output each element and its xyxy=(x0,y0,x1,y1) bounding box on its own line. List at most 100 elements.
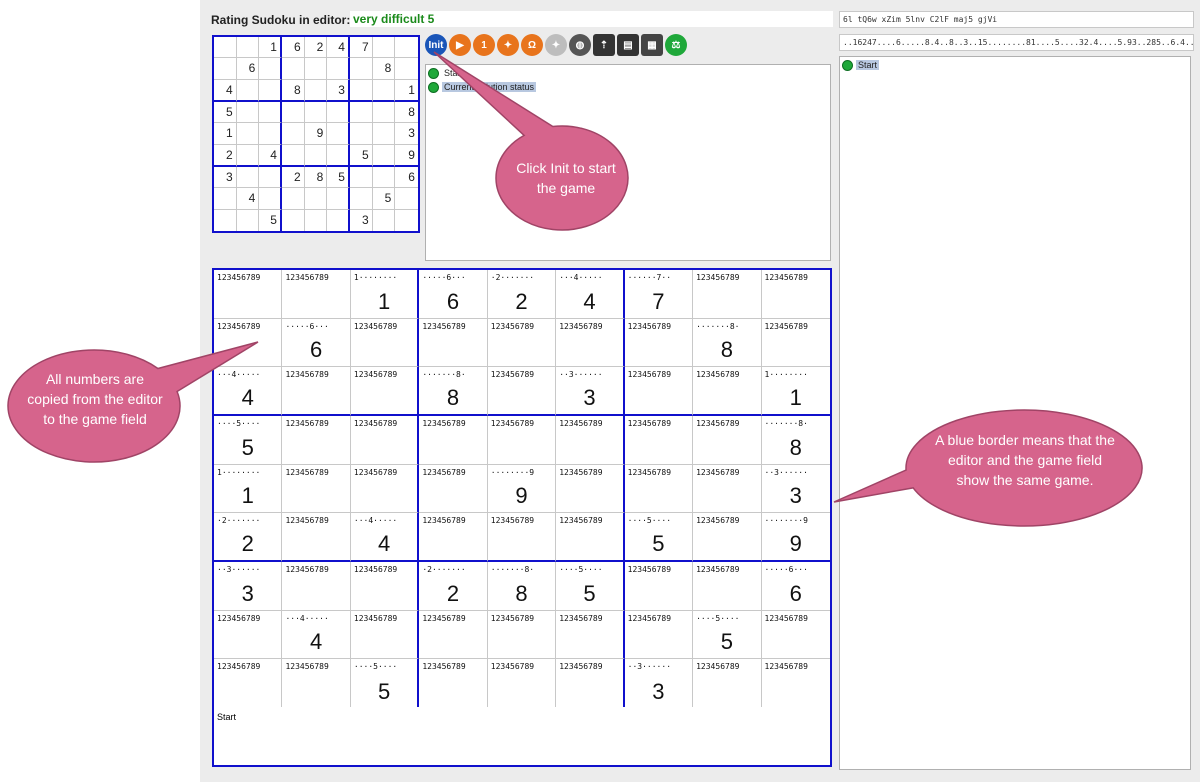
game-cell[interactable]: ·····6··· 6 xyxy=(761,562,830,611)
editor-cell[interactable] xyxy=(281,58,305,80)
game-cell[interactable]: 123456789 xyxy=(419,464,488,514)
game-cell[interactable]: ··3······ 3 xyxy=(625,659,694,708)
editor-cell[interactable]: 1 xyxy=(214,123,237,145)
game-cell[interactable]: 123456789 xyxy=(350,464,420,514)
game-cell[interactable]: 123456789 xyxy=(693,270,762,319)
sudoku-game-grid[interactable]: 123456789 123456789 1········ 1 ·····6··· 6·2… xyxy=(212,268,832,710)
game-cell[interactable]: ····5···· 5 xyxy=(556,562,625,611)
game-cell[interactable]: 123456789 xyxy=(419,318,488,368)
editor-cell[interactable] xyxy=(236,123,260,145)
game-cell[interactable]: 123456789 xyxy=(282,367,351,416)
editor-cell[interactable]: 7 xyxy=(349,37,373,59)
game-cell[interactable]: ·······8· 8 xyxy=(693,318,762,368)
editor-cell[interactable] xyxy=(281,144,305,167)
editor-cell[interactable]: 5 xyxy=(259,209,282,231)
game-cell[interactable]: 123456789 xyxy=(556,659,625,708)
game-cell[interactable]: ···4····· 4 xyxy=(214,367,283,416)
editor-cell[interactable] xyxy=(395,37,418,59)
game-cell[interactable]: 1········ 1 xyxy=(350,270,420,319)
editor-cell[interactable]: 3 xyxy=(350,209,373,231)
editor-cell[interactable] xyxy=(259,101,282,124)
game-cell[interactable]: ·2······· 2 xyxy=(419,562,488,611)
editor-cell[interactable] xyxy=(236,144,260,167)
game-cell[interactable]: ····5···· 5 xyxy=(693,610,762,660)
game-cell[interactable]: 123456789 xyxy=(282,513,351,562)
editor-cell[interactable]: 6 xyxy=(395,167,418,189)
editor-cell[interactable]: 9 xyxy=(395,145,418,167)
editor-cell[interactable]: 4 xyxy=(327,37,350,59)
export-button[interactable]: ⇡ xyxy=(593,34,615,56)
game-cell[interactable]: 123456789 xyxy=(624,562,694,611)
game-cell[interactable]: 123456789 xyxy=(487,610,557,660)
editor-cell[interactable] xyxy=(349,79,373,102)
editor-cell[interactable] xyxy=(372,123,396,145)
game-cell[interactable]: ·······8· 8 xyxy=(487,562,557,611)
editor-cell[interactable] xyxy=(259,166,282,189)
game-cell[interactable]: 123456789 xyxy=(282,464,351,514)
game-cell[interactable]: ········9 9 xyxy=(487,464,557,514)
game-cell[interactable]: 123456789 xyxy=(214,610,283,660)
editor-cell[interactable] xyxy=(281,188,305,210)
editor-cell[interactable] xyxy=(259,58,282,80)
editor-cell[interactable]: 6 xyxy=(236,58,260,80)
editor-cell[interactable]: 1 xyxy=(395,80,418,102)
game-cell[interactable]: 123456789 xyxy=(214,318,283,368)
history-panel[interactable]: Start xyxy=(839,56,1191,770)
editor-cell[interactable] xyxy=(236,79,260,102)
editor-cell[interactable] xyxy=(304,144,328,167)
game-cell[interactable]: 123456789 xyxy=(419,610,488,660)
solution-steps-panel[interactable]: Start Current solution status xyxy=(425,64,831,261)
editor-cell[interactable] xyxy=(214,58,237,80)
game-cell[interactable]: 1········ 1 xyxy=(761,367,830,416)
editor-cell[interactable] xyxy=(327,209,350,231)
game-cell[interactable]: 123456789 xyxy=(350,367,420,416)
editor-cell[interactable] xyxy=(327,58,350,80)
editor-cell[interactable] xyxy=(304,58,328,80)
game-cell[interactable]: 123456789 xyxy=(487,513,557,562)
game-cell[interactable]: 123456789 xyxy=(624,318,694,368)
game-cell[interactable]: 123456789 xyxy=(556,318,625,368)
editor-cell[interactable]: 3 xyxy=(395,123,418,145)
game-cell[interactable]: 123456789 xyxy=(693,416,762,465)
game-cell[interactable]: ·····6··· 6 xyxy=(282,318,351,368)
editor-cell[interactable]: 5 xyxy=(327,166,350,189)
game-cell[interactable]: ······7·· 7 xyxy=(624,270,694,319)
editor-cell[interactable] xyxy=(349,188,373,210)
game-cell[interactable]: 123456789 xyxy=(487,367,557,416)
game-cell[interactable]: 123456789 xyxy=(350,562,420,611)
editor-cell[interactable] xyxy=(395,188,418,210)
editor-cell[interactable] xyxy=(372,144,396,167)
game-cell[interactable]: 123456789 xyxy=(761,611,830,660)
game-cell[interactable]: 123456789 xyxy=(761,319,830,368)
editor-cell[interactable]: 4 xyxy=(214,79,237,102)
editor-cell[interactable]: 5 xyxy=(214,101,237,124)
game-cell[interactable]: 123456789 xyxy=(693,464,762,514)
init-button[interactable]: Init xyxy=(425,34,447,56)
editor-cell[interactable] xyxy=(395,210,418,231)
editor-cell[interactable]: 9 xyxy=(304,123,328,145)
game-cell[interactable]: 123456789 xyxy=(624,464,694,514)
editor-cell[interactable] xyxy=(214,188,237,210)
editor-cell[interactable]: 6 xyxy=(281,37,305,59)
editor-cell[interactable] xyxy=(349,123,373,145)
game-cell[interactable]: ····5···· 5 xyxy=(214,416,283,465)
game-cell[interactable]: 123456789 xyxy=(350,610,420,660)
game-cell[interactable]: ···4····· 4 xyxy=(350,513,420,562)
editor-cell[interactable] xyxy=(259,188,282,210)
game-cell[interactable]: 123456789 xyxy=(282,562,351,611)
game-cell[interactable]: 123456789 xyxy=(556,513,625,562)
editor-cell[interactable] xyxy=(349,166,373,189)
game-cell[interactable]: 123456789 xyxy=(214,659,283,708)
editor-cell[interactable] xyxy=(304,188,328,210)
game-cell[interactable]: ···4····· 4 xyxy=(282,610,351,660)
editor-cell[interactable] xyxy=(214,37,237,59)
print-button[interactable]: ▦ xyxy=(641,34,663,56)
editor-cell[interactable] xyxy=(282,209,305,231)
game-cell[interactable]: 123456789 xyxy=(214,270,283,319)
editor-cell[interactable]: 2 xyxy=(304,37,328,59)
game-cell[interactable]: ··3······ 3 xyxy=(556,367,625,416)
game-cell[interactable]: 123456789 xyxy=(419,513,488,562)
editor-cell[interactable] xyxy=(281,101,305,124)
editor-cell[interactable]: 8 xyxy=(372,58,396,80)
editor-cell[interactable]: 8 xyxy=(281,79,305,102)
